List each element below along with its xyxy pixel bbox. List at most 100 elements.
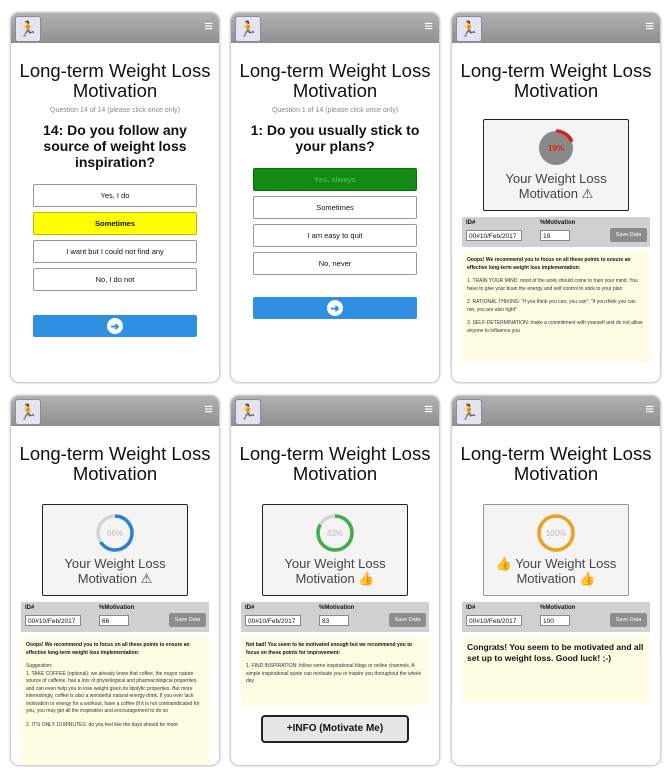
motivation-result-box: 83% Your Weight Loss Motivation 👍 xyxy=(262,504,408,596)
gauge-percent: 19% xyxy=(548,144,564,153)
save-data-button[interactable]: Save Data xyxy=(610,613,647,627)
page-title: Long-term Weight Loss Motivation xyxy=(460,443,652,484)
motivation-label: Your Weight Loss Motivation ⚠ xyxy=(505,171,607,201)
hamburger-menu-icon[interactable]: ≡ xyxy=(204,19,213,35)
id-field[interactable]: 00#10/Feb/2017 xyxy=(245,615,301,626)
gauge-percent: 66% xyxy=(107,529,123,538)
advice-point: 1. FIND INSPIRATION: follow some inspira… xyxy=(246,663,422,684)
motivation-percent-label: %Motivation xyxy=(540,605,576,611)
thumbs-up-icon: 👍 xyxy=(579,571,596,586)
answer-option-selected[interactable]: Sometimes xyxy=(33,212,197,235)
motivation-gauge: 83% xyxy=(316,514,354,552)
runner-logo-icon[interactable]: 🏃 xyxy=(456,16,482,42)
answer-option[interactable]: Yes, I do xyxy=(33,184,197,207)
runner-logo-icon[interactable]: 🏃 xyxy=(235,399,261,425)
hamburger-menu-icon[interactable]: ≡ xyxy=(204,402,213,418)
save-data-bar: ID# %Motivation 00#10/Feb/2017 83 Save D… xyxy=(241,602,429,632)
gauge-percent: 83% xyxy=(327,529,343,538)
motivation-label: Your Weight Loss Motivation 👍 xyxy=(284,556,386,586)
hamburger-menu-icon[interactable]: ≡ xyxy=(424,19,433,35)
congrats-message: Congrats! You seem to be motivated and a… xyxy=(467,642,644,663)
arrow-right-circle-icon: ➜ xyxy=(327,300,343,316)
more-info-button[interactable]: +INFO (Motivate Me) xyxy=(261,715,409,743)
save-data-bar: ID# %Motivation 00#10/Feb/2017 19 Save D… xyxy=(462,217,650,247)
advice-lead: Ooops! We recommend you to focus on all … xyxy=(467,257,631,271)
top-bar: 🏃 ≡ xyxy=(231,13,439,43)
top-bar: 🏃 ≡ xyxy=(452,13,660,43)
next-button[interactable]: ➜ xyxy=(33,315,197,337)
hamburger-menu-icon[interactable]: ≡ xyxy=(645,402,654,418)
motivation-percent-field[interactable]: 83 xyxy=(319,615,349,626)
id-field[interactable]: 00#10/Feb/2017 xyxy=(466,230,522,241)
id-label: ID# xyxy=(466,220,476,226)
save-data-bar: ID# %Motivation 00#10/Feb/2017 66 Save D… xyxy=(21,602,209,632)
thumbs-up-icon: 👍 xyxy=(358,571,375,586)
gauge-percent: 100% xyxy=(546,529,566,538)
phone-screen-result-100: 🏃 ≡ Long-term Weight Loss Motivation 100%… xyxy=(451,395,661,766)
id-label: ID# xyxy=(245,605,255,611)
page-title: Long-term Weight Loss Motivation xyxy=(239,443,431,484)
motivation-label: 👍 Your Weight Loss Motivation 👍 xyxy=(495,556,617,586)
page-title: Long-term Weight Loss Motivation xyxy=(19,443,211,484)
advice-point: Suggestion: xyxy=(26,663,53,669)
hamburger-menu-icon[interactable]: ≡ xyxy=(424,402,433,418)
phone-screen-result-66: 🏃 ≡ Long-term Weight Loss Motivation 66% … xyxy=(10,395,220,766)
top-bar: 🏃 ≡ xyxy=(231,396,439,426)
runner-logo-icon[interactable]: 🏃 xyxy=(235,16,261,42)
advice-point: 1. TAKE COFFEE (optional): we already kn… xyxy=(26,670,200,715)
question-counter: Question 1 of 14 (please click once only… xyxy=(271,107,399,114)
answer-option[interactable]: No, I do not xyxy=(33,268,197,291)
question-text: 14: Do you follow any source of weight l… xyxy=(43,122,187,170)
id-label: ID# xyxy=(466,605,476,611)
motivation-gauge: 19% xyxy=(537,129,575,167)
answer-list: Yes, always Sometimes I am easy to quit … xyxy=(253,168,417,275)
page-title: Long-term Weight Loss Motivation xyxy=(460,60,652,101)
next-button[interactable]: ➜ xyxy=(253,297,417,319)
advice-point: 3. SELF-DETERMINATION: make a commitment… xyxy=(467,320,643,334)
question-counter: Question 14 of 14 (please click once onl… xyxy=(50,107,180,114)
answer-option-selected[interactable]: Yes, always xyxy=(253,168,417,191)
phone-screen-result-19: 🏃 ≡ Long-term Weight Loss Motivation 19% … xyxy=(451,12,661,383)
save-data-bar: ID# %Motivation 00#10/Feb/2017 100 Save … xyxy=(462,602,650,632)
motivation-label: Your Weight Loss Motivation ⚠ xyxy=(64,556,166,586)
top-bar: 🏃 ≡ xyxy=(11,13,219,43)
hamburger-menu-icon[interactable]: ≡ xyxy=(645,19,654,35)
id-field[interactable]: 00#10/Feb/2017 xyxy=(466,615,522,626)
advice-box: Ooops! We recommend you to focus on all … xyxy=(462,252,650,362)
phone-screen-result-83: 🏃 ≡ Long-term Weight Loss Motivation 83% … xyxy=(230,395,440,766)
id-label: ID# xyxy=(25,605,35,611)
save-data-button[interactable]: Save Data xyxy=(169,613,206,627)
motivation-result-box: 66% Your Weight Loss Motivation ⚠ xyxy=(42,504,188,596)
motivation-percent-label: %Motivation xyxy=(99,605,135,611)
motivation-result-box: 100% 👍 Your Weight Loss Motivation 👍 xyxy=(483,504,629,596)
advice-lead: Ooops! We recommend you to focus on all … xyxy=(26,642,190,656)
advice-point: 2. RATIONAL THIKING: "If you think you c… xyxy=(467,299,636,313)
answer-option[interactable]: No, never xyxy=(253,252,417,275)
arrow-right-circle-icon: ➜ xyxy=(107,318,123,334)
page-title: Long-term Weight Loss Motivation xyxy=(239,60,431,101)
motivation-percent-label: %Motivation xyxy=(540,220,576,226)
id-field[interactable]: 00#10/Feb/2017 xyxy=(25,615,81,626)
page-title: Long-term Weight Loss Motivation xyxy=(19,60,211,101)
answer-option[interactable]: I want but I could not find any xyxy=(33,240,197,263)
advice-box: Not bad! You seem to be motivated enough… xyxy=(241,637,429,705)
question-text: 1: Do you usually stick to your plans? xyxy=(250,122,420,154)
warning-triangle-icon: ⚠ xyxy=(581,186,594,201)
warning-triangle-icon: ⚠ xyxy=(140,571,153,586)
runner-logo-icon[interactable]: 🏃 xyxy=(15,16,41,42)
advice-point: 1. TRAIN YOUR MIND: most of the work sho… xyxy=(467,278,638,292)
advice-point: 2. IT'S ONLY 10 MINUTES: do you feel lik… xyxy=(26,721,178,728)
motivation-result-box: 19% Your Weight Loss Motivation ⚠ xyxy=(483,119,629,211)
answer-option[interactable]: I am easy to quit xyxy=(253,224,417,247)
motivation-percent-field[interactable]: 66 xyxy=(99,615,129,626)
motivation-percent-field[interactable]: 100 xyxy=(540,615,570,626)
advice-box: Congrats! You seem to be motivated and a… xyxy=(462,637,650,703)
top-bar: 🏃 ≡ xyxy=(11,396,219,426)
save-data-button[interactable]: Save Data xyxy=(389,613,426,627)
save-data-button[interactable]: Save Data xyxy=(610,228,647,242)
runner-logo-icon[interactable]: 🏃 xyxy=(456,399,482,425)
motivation-percent-field[interactable]: 19 xyxy=(540,230,570,241)
answer-option[interactable]: Sometimes xyxy=(253,196,417,219)
advice-box: Ooops! We recommend you to focus on all … xyxy=(21,637,209,765)
runner-logo-icon[interactable]: 🏃 xyxy=(15,399,41,425)
